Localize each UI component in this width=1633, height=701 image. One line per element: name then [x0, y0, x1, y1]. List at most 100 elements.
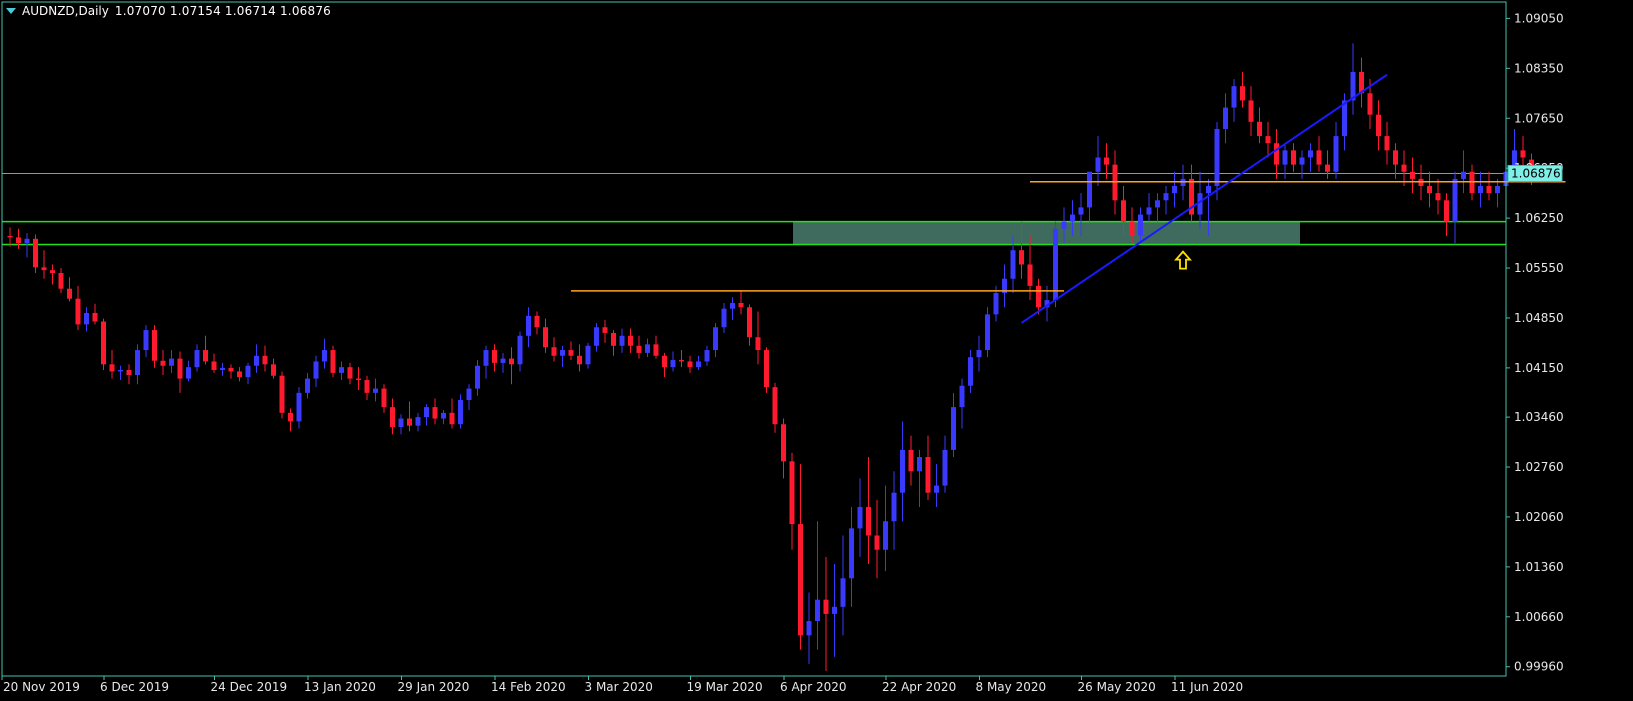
candle-body[interactable] — [568, 350, 574, 356]
candle-body[interactable] — [356, 378, 361, 381]
candle-body[interactable] — [874, 535, 880, 550]
candle-body[interactable] — [109, 364, 115, 372]
candle-body[interactable] — [1495, 186, 1500, 194]
candle-body[interactable] — [509, 358, 514, 365]
candle-body[interactable] — [143, 330, 149, 351]
candle-body[interactable] — [339, 367, 344, 373]
candle-body[interactable] — [849, 528, 854, 579]
candle-body[interactable] — [968, 357, 973, 386]
candle-body[interactable] — [1401, 164, 1407, 172]
candle-body[interactable] — [866, 506, 871, 536]
candle-body[interactable] — [1316, 150, 1322, 165]
candle-body[interactable] — [186, 367, 191, 379]
candle-body[interactable] — [1384, 136, 1390, 151]
candle-body[interactable] — [1248, 100, 1254, 122]
candle-body[interactable] — [211, 361, 217, 371]
candle-body[interactable] — [1010, 250, 1016, 279]
candle-body[interactable] — [424, 407, 429, 418]
candle-body[interactable] — [900, 449, 905, 493]
candle-body[interactable] — [959, 385, 965, 408]
candle-body[interactable] — [891, 492, 897, 522]
candle-body[interactable] — [526, 315, 531, 336]
candle-body[interactable] — [1308, 150, 1313, 158]
candle-body[interactable] — [118, 370, 123, 372]
candle-body[interactable] — [41, 267, 47, 271]
candle-body[interactable] — [594, 327, 599, 346]
candle-body[interactable] — [721, 308, 727, 328]
candle-body[interactable] — [1027, 264, 1033, 286]
candle-body[interactable] — [415, 417, 421, 426]
candle-body[interactable] — [628, 335, 633, 346]
candle-body[interactable] — [704, 350, 710, 362]
candle-body[interactable] — [67, 288, 72, 299]
candle-body[interactable] — [1520, 150, 1526, 158]
candle-body[interactable] — [330, 350, 336, 373]
candle-body[interactable] — [271, 364, 276, 376]
candle-body[interactable] — [1240, 86, 1245, 101]
candle-body[interactable] — [738, 302, 744, 308]
candle-body[interactable] — [220, 367, 225, 371]
candle-body[interactable] — [1274, 143, 1279, 165]
candle-body[interactable] — [1427, 186, 1432, 194]
candle-body[interactable] — [381, 388, 387, 408]
candle-body[interactable] — [1291, 150, 1296, 165]
candle-body[interactable] — [1206, 186, 1211, 194]
candle-body[interactable] — [1155, 200, 1160, 208]
candle-body[interactable] — [679, 360, 684, 362]
candle-body[interactable] — [815, 599, 820, 622]
candle-body[interactable] — [560, 350, 565, 356]
candle-body[interactable] — [925, 457, 931, 493]
candle-body[interactable] — [1461, 171, 1466, 179]
candle-body[interactable] — [1138, 214, 1143, 236]
candle-body[interactable] — [1452, 178, 1458, 222]
candle-body[interactable] — [390, 407, 395, 428]
candle-body[interactable] — [993, 292, 999, 315]
candle-body[interactable] — [857, 506, 863, 529]
candle-body[interactable] — [798, 524, 803, 636]
candle-body[interactable] — [1129, 221, 1135, 236]
candle-body[interactable] — [806, 621, 812, 636]
candle-body[interactable] — [322, 350, 327, 362]
candle-body[interactable] — [483, 350, 489, 366]
candle-body[interactable] — [832, 606, 837, 614]
candle-body[interactable] — [50, 270, 55, 274]
candle-body[interactable] — [1146, 207, 1152, 215]
candle-body[interactable] — [1478, 186, 1483, 194]
chart-window[interactable]: 1.090501.083501.076501.069501.062501.055… — [0, 0, 1633, 697]
candle-body[interactable] — [279, 375, 285, 413]
price-chart[interactable]: 1.090501.083501.076501.069501.062501.055… — [0, 0, 1633, 697]
candle-body[interactable] — [1299, 157, 1305, 165]
candle-body[interactable] — [1282, 150, 1288, 165]
candle-body[interactable] — [1367, 93, 1373, 115]
candle-body[interactable] — [1257, 121, 1262, 137]
candle-body[interactable] — [1078, 207, 1084, 215]
candle-body[interactable] — [466, 388, 472, 400]
candle-body[interactable] — [619, 335, 625, 346]
candle-body[interactable] — [543, 327, 548, 348]
candle-body[interactable] — [1095, 157, 1101, 172]
candle-body[interactable] — [126, 370, 132, 376]
candle-body[interactable] — [772, 387, 778, 425]
candle-body[interactable] — [75, 298, 81, 325]
candle-body[interactable] — [551, 347, 557, 356]
candle-body[interactable] — [908, 449, 914, 472]
candle-body[interactable] — [194, 350, 200, 368]
candle-body[interactable] — [730, 302, 735, 309]
candle-body[interactable] — [883, 521, 888, 550]
candle-body[interactable] — [92, 312, 98, 322]
candle-body[interactable] — [645, 344, 650, 353]
candle-body[interactable] — [653, 344, 659, 356]
candle-body[interactable] — [1435, 193, 1441, 201]
candle-body[interactable] — [1486, 186, 1492, 194]
candle-body[interactable] — [203, 350, 208, 362]
candle-body[interactable] — [441, 412, 446, 419]
candle-body[interactable] — [313, 361, 319, 379]
candle-body[interactable] — [254, 355, 259, 366]
candle-body[interactable] — [951, 407, 956, 450]
candle-body[interactable] — [101, 321, 106, 365]
candle-body[interactable] — [492, 350, 497, 363]
candle-body[interactable] — [534, 315, 540, 328]
candle-body[interactable] — [840, 578, 846, 607]
candle-body[interactable] — [262, 355, 268, 365]
candle-body[interactable] — [917, 457, 922, 472]
